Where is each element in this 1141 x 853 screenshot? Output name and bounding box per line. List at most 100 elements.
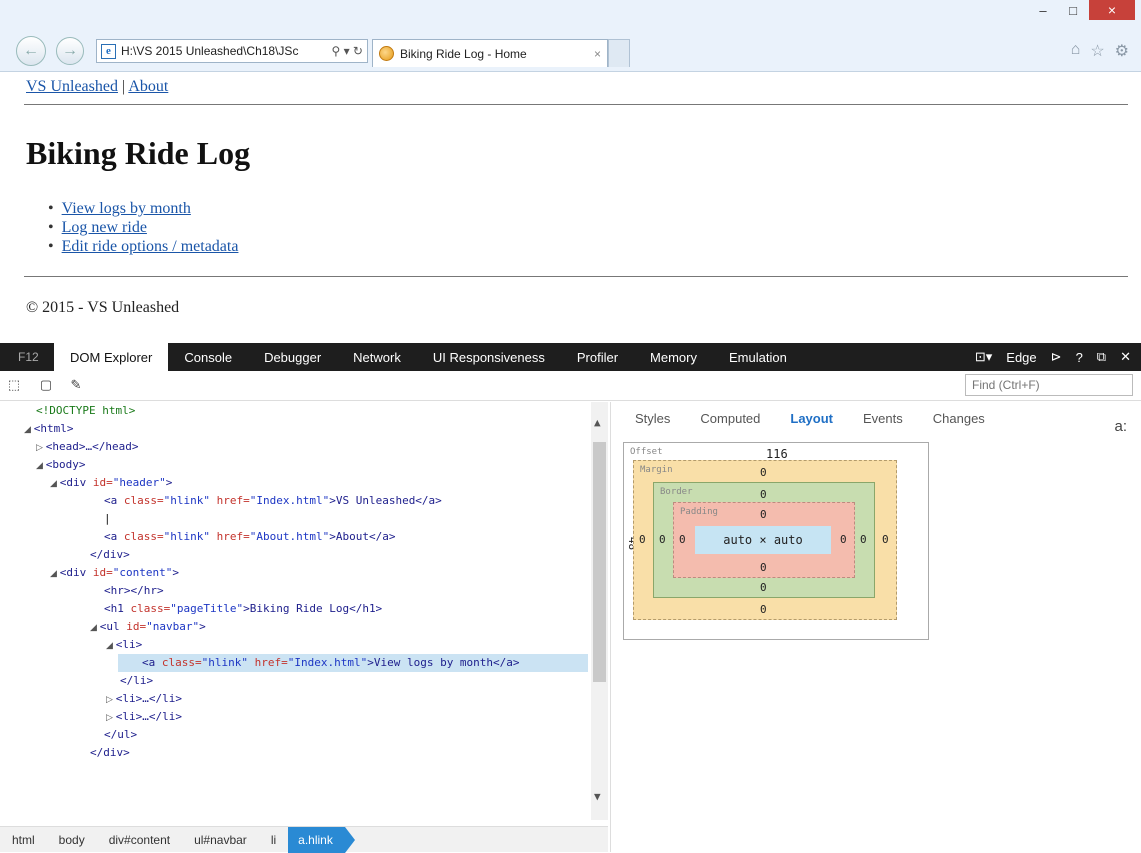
breadcrumb-div-content[interactable]: div#content — [97, 833, 182, 847]
tag: <li> — [115, 638, 143, 651]
close-devtools-icon[interactable]: ✕ — [1120, 349, 1131, 365]
dom-node[interactable]: <a class="hlink" href="Index.html">VS Un… — [104, 492, 442, 510]
tag: </div> — [90, 746, 130, 759]
tab-memory[interactable]: Memory — [634, 343, 713, 371]
tab-debugger[interactable]: Debugger — [248, 343, 337, 371]
expanded-icon[interactable]: ◢ — [24, 425, 34, 435]
dom-node[interactable]: </ul> — [104, 726, 137, 744]
dom-node[interactable]: </div> — [90, 744, 130, 762]
toolbar-icons: ⌂ ☆ ⚙ — [1071, 41, 1129, 61]
dom-tree[interactable]: <!DOCTYPE html> ◢ <html> ▷ <head>…</head… — [0, 402, 608, 820]
dom-node[interactable]: <hr></hr> — [104, 582, 164, 600]
selected-dom-node[interactable]: <a class="hlink" href="Index.html">View … — [118, 654, 588, 672]
attr-name: class= — [161, 656, 202, 669]
dom-node[interactable]: ▷ <li>…</li> — [106, 708, 182, 726]
back-arrow-icon: ← — [23, 42, 39, 59]
dom-node[interactable]: ◢ <ul id="navbar"> — [90, 618, 206, 636]
dom-node[interactable]: ◢ <div id="content"> — [50, 564, 179, 582]
expanded-icon[interactable]: ◢ — [50, 479, 60, 489]
tab-changes[interactable]: Changes — [933, 411, 985, 426]
dom-node[interactable]: <a class="hlink" href="About.html">About… — [104, 528, 395, 546]
highlight-icon[interactable]: ▢ — [38, 377, 54, 393]
vs-unleashed-link[interactable]: VS Unleashed — [26, 78, 118, 95]
dom-node[interactable]: ◢ <li> — [106, 636, 142, 654]
tab-ui-responsiveness[interactable]: UI Responsiveness — [417, 343, 561, 371]
back-button[interactable]: ← — [16, 36, 46, 66]
edit-icon[interactable]: ✎ — [68, 377, 84, 393]
breadcrumb-body[interactable]: body — [47, 833, 97, 847]
breadcrumb: html body div#content ul#navbar li a.hli… — [0, 826, 608, 853]
scroll-up-icon[interactable]: ▲ — [594, 416, 601, 429]
dom-node[interactable]: ▷ <li>…</li> — [106, 690, 182, 708]
attr-value: "Index.html" — [287, 656, 368, 669]
tab-console[interactable]: Console — [168, 343, 248, 371]
dom-node[interactable]: ▷ <head>…</head> — [36, 438, 139, 456]
dom-node[interactable]: <!DOCTYPE html> — [36, 402, 135, 420]
gear-icon[interactable]: ⚙ — [1115, 41, 1129, 61]
dom-node[interactable]: </li> — [120, 672, 153, 690]
tab-computed[interactable]: Computed — [700, 411, 760, 426]
console-toggle-icon[interactable]: ⊳ — [1051, 349, 1062, 365]
tab-events[interactable]: Events — [863, 411, 903, 426]
edit-options-link[interactable]: Edit ride options / metadata — [62, 238, 239, 255]
log-new-ride-link[interactable]: Log new ride — [62, 219, 147, 236]
collapsed-icon[interactable]: ▷ — [106, 695, 116, 705]
dom-node[interactable]: <h1 class="pageTitle">Biking Ride Log</h… — [104, 600, 382, 618]
tab-profiler[interactable]: Profiler — [561, 343, 634, 371]
new-tab-button[interactable] — [608, 39, 630, 67]
document-mode[interactable]: Edge — [1006, 350, 1036, 365]
tab-network[interactable]: Network — [337, 343, 417, 371]
select-element-icon[interactable]: ⬚ — [6, 377, 22, 393]
scroll-thumb[interactable] — [593, 442, 606, 682]
expanded-icon[interactable]: ◢ — [106, 641, 116, 651]
styles-pane: Styles Computed Layout Events Changes a:… — [610, 402, 1141, 852]
home-icon[interactable]: ⌂ — [1071, 41, 1081, 61]
padding-label: Padding — [680, 507, 718, 517]
attr-value: "content" — [112, 566, 173, 579]
collapsed-icon[interactable]: ▷ — [36, 443, 46, 453]
undock-icon[interactable]: ⧉ — [1097, 349, 1106, 365]
forward-button[interactable]: → — [56, 37, 84, 65]
padding-top-value: 0 — [760, 508, 767, 521]
dom-node[interactable]: ◢ <div id="header"> — [50, 474, 172, 492]
breadcrumb-html[interactable]: html — [0, 833, 47, 847]
dom-text-node[interactable]: | — [104, 510, 111, 528]
tab-styles[interactable]: Styles — [635, 411, 670, 426]
nav-item: Edit ride options / metadata — [48, 237, 239, 256]
tag: > — [199, 620, 206, 633]
attr-value: "pageTitle" — [170, 602, 244, 615]
find-input[interactable] — [965, 374, 1133, 396]
maximize-button[interactable]: □ — [1059, 0, 1087, 20]
help-button[interactable]: ? — [1076, 350, 1083, 365]
search-refresh-icons[interactable]: ⚲ ▾ ↻ — [331, 44, 363, 58]
dom-node[interactable]: </div> — [90, 546, 130, 564]
tab-close-icon[interactable]: × — [594, 47, 601, 61]
minimize-button[interactable]: – — [1029, 0, 1057, 20]
dom-node[interactable]: ◢ <body> — [36, 456, 86, 474]
breadcrumb-li[interactable]: li — [259, 833, 288, 847]
address-text[interactable]: H:\VS 2015 Unleashed\Ch18\JSc — [121, 44, 326, 58]
devtools-tabbar: F12 DOM Explorer Console Debugger Networ… — [0, 343, 1141, 371]
tag: <head>…</head> — [45, 440, 139, 453]
tag: <a — [142, 656, 162, 669]
favorites-star-icon[interactable]: ☆ — [1090, 41, 1104, 61]
tag: <ul — [99, 620, 127, 633]
dom-node[interactable]: ◢ <html> — [24, 420, 74, 438]
expanded-icon[interactable]: ◢ — [36, 461, 46, 471]
browser-tab[interactable]: Biking Ride Log - Home × — [372, 39, 608, 67]
dom-scrollbar[interactable]: ▲ ▼ — [591, 402, 608, 820]
address-bar[interactable]: e H:\VS 2015 Unleashed\Ch18\JSc ⚲ ▾ ↻ — [96, 39, 368, 63]
view-logs-link[interactable]: View logs by month — [62, 200, 191, 217]
tab-emulation[interactable]: Emulation — [713, 343, 803, 371]
expanded-icon[interactable]: ◢ — [50, 569, 60, 579]
close-window-button[interactable]: × — [1089, 0, 1135, 20]
tab-layout[interactable]: Layout — [790, 411, 833, 426]
breadcrumb-ul-navbar[interactable]: ul#navbar — [182, 833, 259, 847]
tab-dom-explorer[interactable]: DOM Explorer — [54, 343, 169, 371]
about-link[interactable]: About — [128, 78, 168, 95]
emulation-monitor-icon[interactable]: ⊡▾ — [975, 349, 992, 365]
expanded-icon[interactable]: ◢ — [90, 623, 100, 633]
breadcrumb-a-hlink[interactable]: a.hlink — [288, 826, 355, 853]
collapsed-icon[interactable]: ▷ — [106, 713, 116, 723]
scroll-down-icon[interactable]: ▼ — [594, 790, 601, 803]
